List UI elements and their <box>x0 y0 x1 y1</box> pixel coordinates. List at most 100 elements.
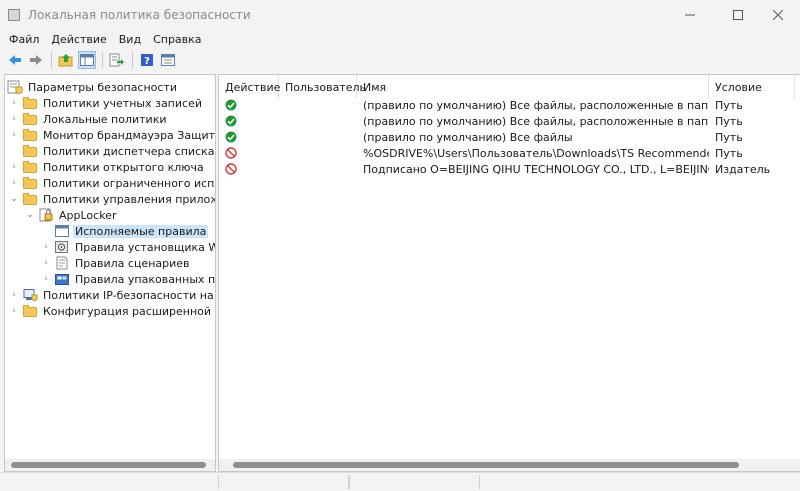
menu-action[interactable]: Действие <box>45 33 112 46</box>
app-icon <box>8 9 20 21</box>
tree-item-script-rules[interactable]: › Правила сценариев <box>41 255 192 271</box>
deny-icon <box>225 147 237 159</box>
chevron-right-icon[interactable]: › <box>9 127 19 143</box>
cell-name: (правило по умолчанию) Все файлы <box>363 130 573 144</box>
minimize-icon <box>685 14 695 16</box>
tree-item-network-list-policies[interactable]: Политики диспетчера списка сетей <box>9 143 215 159</box>
toolbar-separator <box>102 52 103 68</box>
tree-item-firewall-monitor[interactable]: › Монитор брандмауэра Защитника W <box>9 127 215 143</box>
chevron-right-icon[interactable]: › <box>9 95 19 111</box>
up-folder-button[interactable] <box>57 51 75 69</box>
tree-item-local-policies[interactable]: › Локальные политики <box>9 111 169 127</box>
tree-item-account-policies[interactable]: › Политики учетных записей <box>9 95 204 111</box>
chevron-right-icon[interactable]: › <box>9 303 19 319</box>
tree-item-public-key-policies[interactable]: › Политики открытого ключа <box>9 159 206 175</box>
cell-action <box>219 113 279 129</box>
rules-list[interactable]: Действие Пользователь Имя Условие И (пра… <box>218 74 800 472</box>
chevron-right-icon[interactable]: › <box>9 159 19 175</box>
allow-icon <box>225 115 237 127</box>
tree-item-advanced-audit[interactable]: › Конфигурация расширенной полити <box>9 303 215 319</box>
deny-icon <box>225 163 237 175</box>
chevron-right-icon[interactable]: › <box>41 255 51 271</box>
column-header-name[interactable]: Имя <box>357 75 709 99</box>
table-row[interactable]: Подписано O=BEIJING QIHU TECHNOLOGY CO.,… <box>219 161 800 177</box>
properties-icon <box>161 54 175 66</box>
cell-action <box>219 129 279 145</box>
tree-item-software-restriction[interactable]: › Политики ограниченного использов <box>9 175 215 191</box>
chevron-right-icon[interactable]: › <box>9 111 19 127</box>
window: Локальная политика безопасности Файл Дей… <box>0 0 800 491</box>
table-row[interactable]: (правило по умолчанию) Все файлы, распол… <box>219 97 800 113</box>
tree-item-applocker[interactable]: ⌄ AppLocker <box>25 207 118 223</box>
table-row[interactable]: (правило по умолчанию) Все файлы, распол… <box>219 113 800 129</box>
toolbar: ? <box>0 49 800 71</box>
tree-item-label: Конфигурация расширенной полити <box>43 304 215 318</box>
list-horizontal-scrollbar[interactable] <box>219 459 800 471</box>
status-bar <box>0 472 800 491</box>
tree-item-executable-rules[interactable]: Исполняемые правила <box>41 223 209 239</box>
allow-icon <box>225 131 237 143</box>
status-cell <box>348 475 480 489</box>
chevron-down-icon[interactable]: ⌄ <box>25 207 35 223</box>
menu-help[interactable]: Справка <box>147 33 207 46</box>
cell-user <box>279 129 357 145</box>
menu-view[interactable]: Вид <box>113 33 147 46</box>
cell-action <box>219 145 279 161</box>
cell-name: (правило по умолчанию) Все файлы, распол… <box>363 98 709 112</box>
title-bar: Локальная политика безопасности <box>0 0 800 30</box>
chevron-right-icon[interactable]: › <box>9 175 19 191</box>
column-header-action[interactable]: Действие <box>219 75 280 99</box>
security-settings-icon <box>7 80 23 95</box>
table-row[interactable]: %OSDRIVE%\Users\Пользователь\Downloads\T… <box>219 145 800 161</box>
column-header-condition[interactable]: Условие <box>709 75 795 99</box>
cell-condition: Путь <box>715 114 743 128</box>
chevron-right-icon[interactable]: › <box>41 239 51 255</box>
folder-icon <box>22 96 38 110</box>
tree-item-application-control[interactable]: ⌄ Политики управления приложениям <box>9 191 215 207</box>
tree-item-label: AppLocker <box>59 208 117 222</box>
allow-icon <box>225 99 237 111</box>
column-header-extra[interactable]: И <box>795 75 800 99</box>
close-icon <box>773 10 783 20</box>
chevron-right-icon[interactable]: › <box>9 287 19 303</box>
cell-name: Подписано O=BEIJING QIHU TECHNOLOGY CO.,… <box>363 162 709 176</box>
tree-item-security-settings[interactable]: Параметры безопасности <box>7 79 179 95</box>
tree-item-packaged-app-rules[interactable]: › Правила упакованных прилоз <box>41 271 216 287</box>
tree-item-label: Монитор брандмауэра Защитника W <box>43 128 215 142</box>
folder-icon <box>22 144 38 158</box>
chevron-right-icon[interactable]: › <box>41 271 51 287</box>
menu-file[interactable]: Файл <box>0 33 45 46</box>
tree-item-installer-rules[interactable]: › Правила установщика Windo <box>41 239 215 255</box>
tree-item-ip-security[interactable]: › Политики IP-безопасности на "Лока <box>9 287 215 303</box>
show-hide-tree-button[interactable] <box>78 51 96 69</box>
back-arrow-icon <box>9 55 21 65</box>
cell-user <box>279 97 357 113</box>
minimize-button[interactable] <box>668 0 712 30</box>
close-button[interactable] <box>756 0 800 30</box>
table-row[interactable]: (правило по умолчанию) Все файлы Путь <box>219 129 800 145</box>
cell-condition: Путь <box>715 98 743 112</box>
folder-icon <box>22 160 38 174</box>
chevron-down-icon[interactable]: ⌄ <box>9 191 19 207</box>
tree-item-label: Локальные политики <box>43 112 167 126</box>
tree-item-label: Политики IP-безопасности на "Лока <box>43 288 215 302</box>
cell-condition: Путь <box>715 130 743 144</box>
window-title: Локальная политика безопасности <box>28 8 251 22</box>
forward-button[interactable] <box>27 51 45 69</box>
tree-item-label: Политики ограниченного использов <box>43 176 215 190</box>
tree-horizontal-scrollbar[interactable] <box>5 459 215 471</box>
cell-condition: Путь <box>715 146 743 160</box>
console-tree[interactable]: Параметры безопасности › Политики учетны… <box>4 74 216 472</box>
script-rules-icon <box>54 256 70 270</box>
export-list-button[interactable] <box>108 51 126 69</box>
column-header-user[interactable]: Пользователь <box>279 75 366 99</box>
maximize-button[interactable] <box>716 0 760 30</box>
show-hide-tree-icon <box>80 54 94 66</box>
scrollbar-thumb[interactable] <box>233 462 739 468</box>
export-list-icon <box>109 53 124 67</box>
back-button[interactable] <box>6 51 24 69</box>
properties-button[interactable] <box>159 51 177 69</box>
tree-item-label: Правила упакованных прилоз <box>75 272 216 286</box>
help-button[interactable]: ? <box>138 51 156 69</box>
scrollbar-thumb[interactable] <box>11 462 206 468</box>
